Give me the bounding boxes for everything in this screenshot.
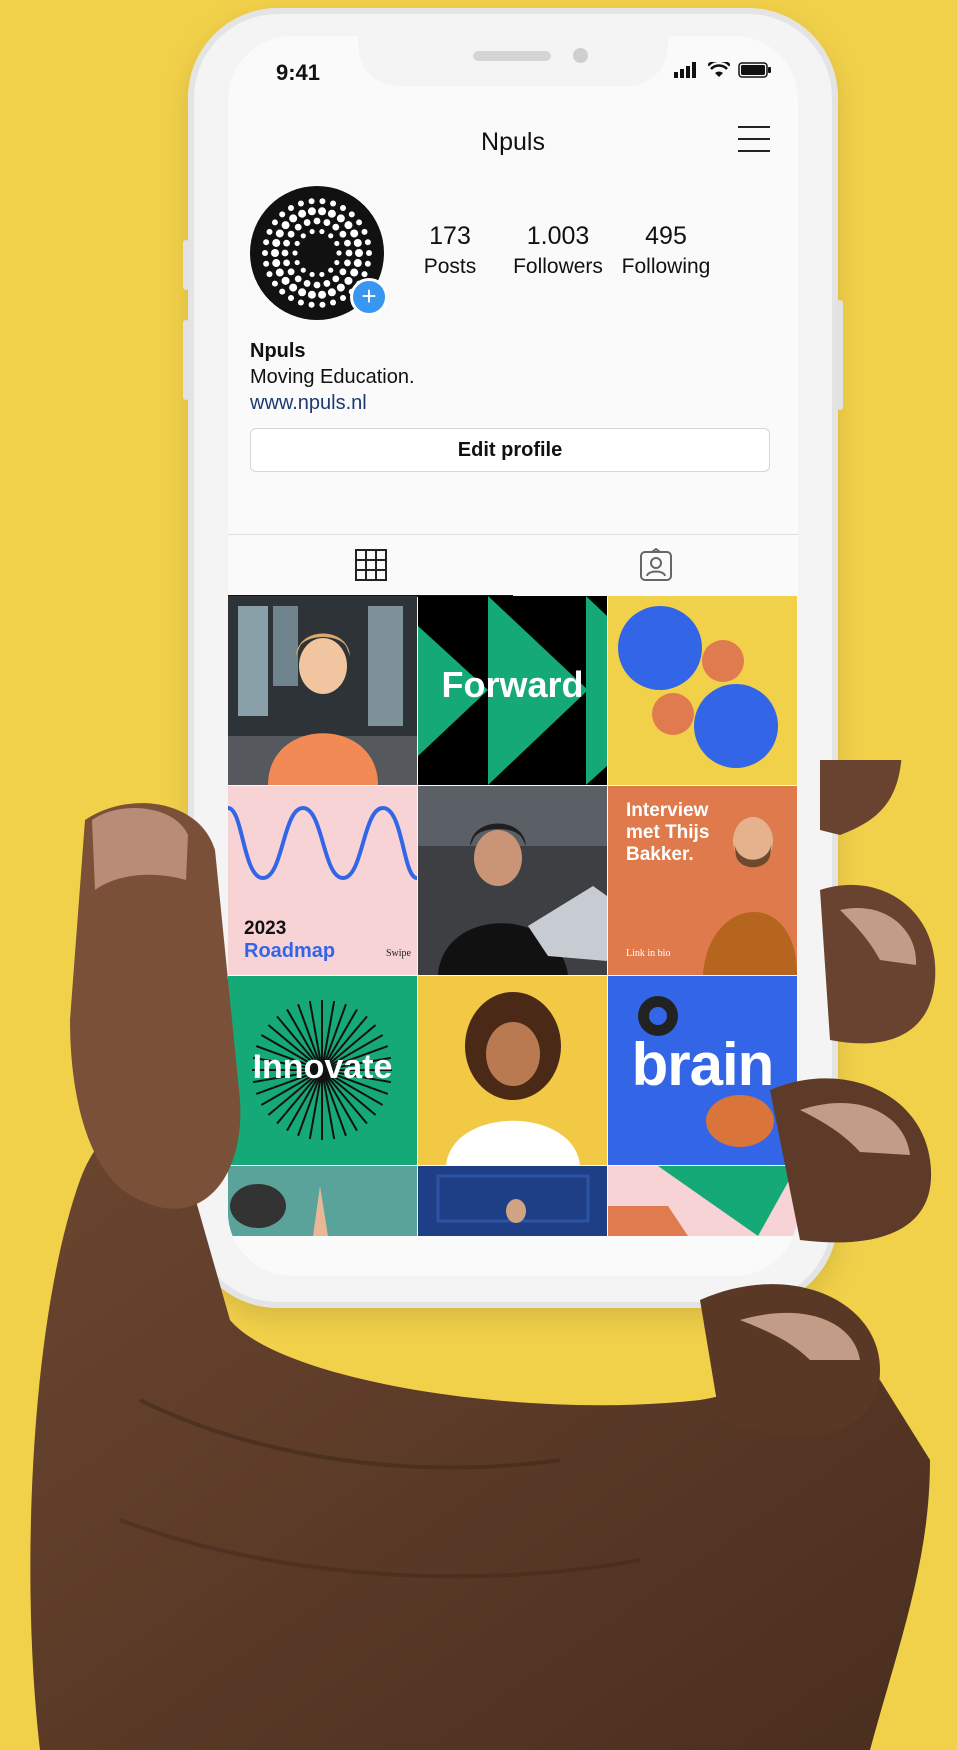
battery-icon <box>738 62 771 78</box>
stat-followers[interactable]: 1.003 Followers <box>498 222 618 279</box>
following-label: Following <box>621 255 711 278</box>
following-count: 495 <box>645 222 687 250</box>
circles-graphic <box>618 606 778 768</box>
profile-website-link[interactable]: www.npuls.nl <box>250 392 367 415</box>
phone-side-button <box>183 240 189 290</box>
wifi-icon <box>708 62 730 77</box>
post-tile-circles[interactable] <box>608 596 797 785</box>
posts-count: 173 <box>429 222 471 250</box>
notch <box>358 36 668 86</box>
girl-photo <box>228 596 417 785</box>
status-icons <box>674 62 772 78</box>
plus-icon[interactable]: + <box>350 278 388 316</box>
stat-following[interactable]: 495 Following <box>606 222 726 279</box>
profile-bio: Moving Education. <box>250 366 415 388</box>
phone-side-button <box>183 320 189 400</box>
hamburger-menu-icon[interactable] <box>738 126 770 152</box>
profile-name: Npuls <box>250 340 306 362</box>
posts-label: Posts <box>423 255 477 278</box>
page-title: Npuls <box>481 128 545 156</box>
forward-text: Forward <box>441 664 584 705</box>
speaker <box>473 51 551 61</box>
grid-icon <box>354 549 387 581</box>
tab-tagged[interactable] <box>513 535 798 595</box>
signal-icon <box>674 62 696 78</box>
edit-profile-button[interactable]: Edit profile <box>250 428 770 472</box>
hand-illustration <box>30 760 936 1750</box>
phone-side-button <box>837 300 843 410</box>
front-camera <box>573 48 588 63</box>
post-tile-photo[interactable] <box>228 596 417 785</box>
followers-count: 1.003 <box>526 222 590 250</box>
profile-tabs <box>228 534 798 597</box>
tagged-person-icon <box>639 548 672 581</box>
post-tile-forward[interactable]: Forward <box>418 596 607 785</box>
tab-posts-grid[interactable] <box>228 535 513 597</box>
followers-label: Followers <box>513 255 603 278</box>
status-time: 9:41 <box>276 60 321 85</box>
stat-posts[interactable]: 173 Posts <box>390 222 510 279</box>
